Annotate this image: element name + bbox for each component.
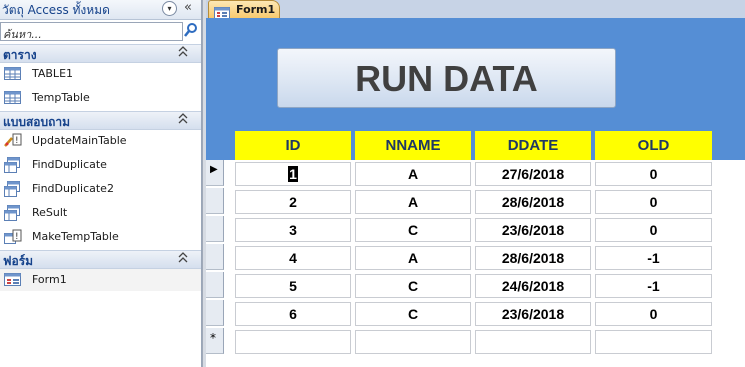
tab-label: Form1 — [236, 3, 276, 16]
search-input[interactable] — [1, 27, 179, 42]
record-selector[interactable] — [206, 244, 224, 270]
nav-item-label: TempTable — [32, 91, 90, 104]
select-query-icon — [4, 205, 22, 221]
nname-field[interactable]: A — [355, 162, 471, 186]
ddate-field[interactable]: 24/6/2018 — [475, 274, 591, 298]
tab-form1[interactable]: Form1 — [208, 0, 280, 19]
form-header-section: RUN DATA ID NNAME DDATE OLD — [206, 18, 745, 160]
record-selector[interactable]: ▶ — [206, 160, 224, 186]
old-field[interactable]: -1 — [595, 274, 712, 298]
group-header-tables[interactable]: ตาราง — [0, 44, 201, 63]
nav-item-temptable[interactable]: TempTable — [0, 87, 201, 109]
column-header-old: OLD — [595, 131, 712, 160]
chevron-up-icon[interactable] — [178, 46, 188, 61]
table-icon — [4, 66, 22, 82]
svg-text:!: ! — [15, 232, 19, 242]
ddate-field[interactable]: 28/6/2018 — [475, 246, 591, 270]
update-query-icon: ! — [4, 133, 22, 149]
id-field[interactable]: 4 — [235, 246, 351, 270]
record-selector[interactable]: * — [206, 328, 224, 354]
ddate-field[interactable]: 23/6/2018 — [475, 302, 591, 326]
nav-item-label: UpdateMainTable — [32, 134, 127, 147]
ddate-field[interactable]: 28/6/2018 — [475, 190, 591, 214]
record-selector[interactable] — [206, 300, 224, 326]
nav-item-form1[interactable]: Form1 — [0, 269, 201, 291]
group-header-queries[interactable]: แบบสอบถาม — [0, 111, 201, 130]
new-record-ddate-field[interactable] — [475, 330, 591, 354]
table-icon — [4, 90, 22, 106]
new-record-old-field[interactable] — [595, 330, 712, 354]
form-icon — [4, 272, 22, 288]
nname-field[interactable]: A — [355, 246, 471, 270]
chevron-up-icon[interactable] — [178, 252, 188, 267]
old-field[interactable]: 0 — [595, 190, 712, 214]
nav-item-findduplicate[interactable]: FindDuplicate — [0, 154, 201, 176]
current-record-icon: ▶ — [210, 164, 218, 175]
nav-item-label: Form1 — [32, 273, 67, 286]
id-field[interactable]: 3 — [235, 218, 351, 242]
nav-item-maketemptable[interactable]: ! MakeTempTable — [0, 226, 201, 248]
record-selector[interactable] — [206, 188, 224, 214]
group-header-forms[interactable]: ฟอร์ม — [0, 250, 201, 269]
old-field[interactable]: 0 — [595, 162, 712, 186]
document-area: Form1 RUN DATA ID NNAME DDATE OLD ▶ * 1 … — [206, 0, 745, 367]
record-selector[interactable] — [206, 216, 224, 242]
id-field[interactable]: 1 — [235, 162, 351, 186]
nname-field[interactable]: C — [355, 274, 471, 298]
nname-field[interactable]: A — [355, 190, 471, 214]
run-data-button[interactable]: RUN DATA — [277, 48, 616, 108]
new-record-id-field[interactable] — [235, 330, 351, 354]
column-header-ddate: DDATE — [475, 131, 591, 160]
form-detail-section: ▶ * 1 A 27/6/2018 0 2 A 28/6/2018 0 3 C … — [206, 160, 745, 367]
search-icon[interactable] — [183, 22, 199, 39]
new-record-icon: * — [210, 331, 216, 345]
nav-item-findduplicate2[interactable]: FindDuplicate2 — [0, 178, 201, 200]
nname-field[interactable]: C — [355, 302, 471, 326]
ddate-field[interactable]: 23/6/2018 — [475, 218, 591, 242]
select-query-icon — [4, 181, 22, 197]
search-box[interactable] — [0, 22, 183, 42]
column-header-nname: NNAME — [355, 131, 471, 160]
nav-dropdown-icon[interactable]: ▾ — [162, 1, 177, 16]
nav-item-label: FindDuplicate — [32, 158, 107, 171]
old-field[interactable]: 0 — [595, 218, 712, 242]
id-field[interactable]: 2 — [235, 190, 351, 214]
nav-pane-title[interactable]: วัตถุ Access ทั้งหมด — [2, 1, 110, 20]
chevron-up-icon[interactable] — [178, 113, 188, 128]
nav-item-table1[interactable]: TABLE1 — [0, 63, 201, 85]
nav-item-updatemaintable[interactable]: ! UpdateMainTable — [0, 130, 201, 152]
nname-field[interactable]: C — [355, 218, 471, 242]
nav-item-label: TABLE1 — [32, 67, 74, 80]
id-field[interactable]: 5 — [235, 274, 351, 298]
ddate-field[interactable]: 27/6/2018 — [475, 162, 591, 186]
navigation-pane: วัตถุ Access ทั้งหมด ▾ « ตาราง TABLE1 Te… — [0, 0, 202, 367]
new-record-nname-field[interactable] — [355, 330, 471, 354]
old-field[interactable]: 0 — [595, 302, 712, 326]
nav-pane-header[interactable]: วัตถุ Access ทั้งหมด ▾ « — [0, 0, 201, 20]
document-tab-bar: Form1 — [206, 0, 745, 19]
collapse-pane-icon[interactable]: « — [184, 0, 192, 15]
nav-item-label: MakeTempTable — [32, 230, 119, 243]
make-table-query-icon: ! — [4, 229, 22, 245]
id-field[interactable]: 6 — [235, 302, 351, 326]
record-selector[interactable] — [206, 272, 224, 298]
old-field[interactable]: -1 — [595, 246, 712, 270]
column-header-id: ID — [235, 131, 351, 160]
nav-item-label: ReSult — [32, 206, 68, 219]
nav-item-label: FindDuplicate2 — [32, 182, 114, 195]
nav-item-result[interactable]: ReSult — [0, 202, 201, 224]
svg-text:!: ! — [15, 136, 19, 146]
select-query-icon — [4, 157, 22, 173]
